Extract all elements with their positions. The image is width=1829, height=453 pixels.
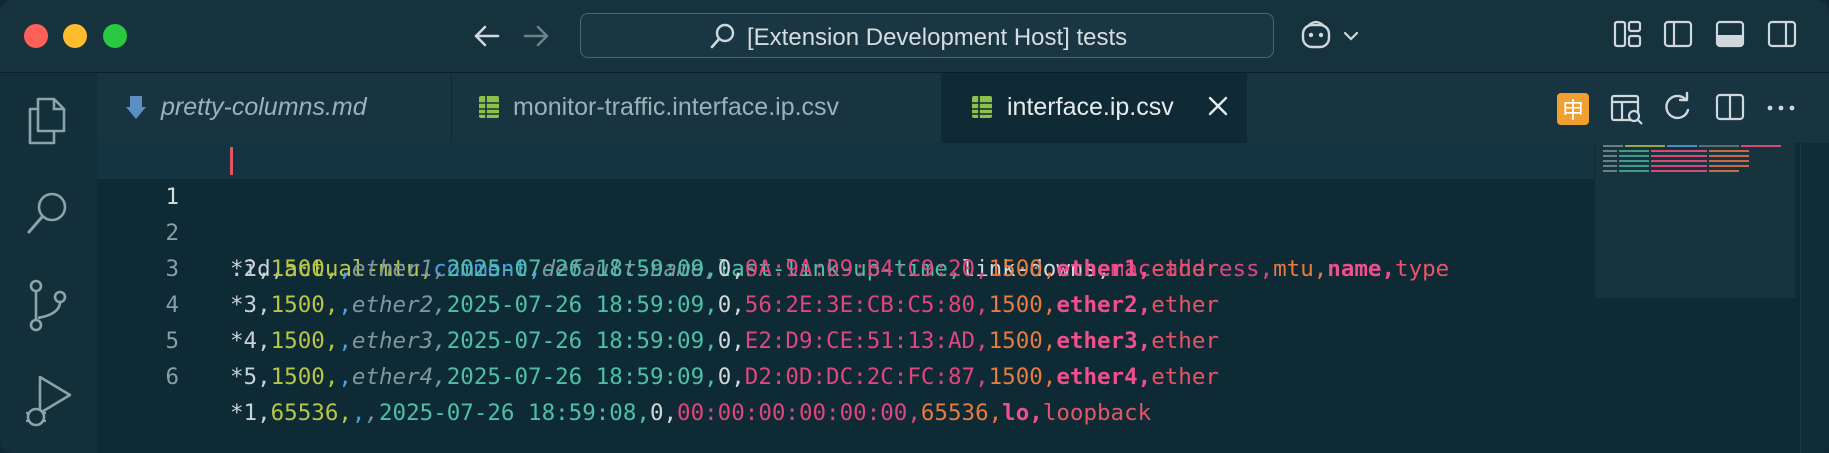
search-icon — [710, 23, 735, 49]
tab-label: interface.ip.csv — [1007, 93, 1174, 121]
vertical-scrollbar[interactable] — [1800, 143, 1829, 453]
csv-token: ether4 — [351, 364, 434, 390]
csv-token: 1500, — [988, 364, 1057, 390]
tab-interface-ip-csv[interactable]: interface.ip.csv — [942, 73, 1247, 143]
csv-token: 0, — [717, 364, 745, 390]
markdown-download-icon — [126, 96, 146, 119]
close-window-button[interactable] — [24, 24, 48, 48]
csv-table-icon — [972, 96, 992, 118]
tab-pretty-columns-md[interactable]: pretty-columns.md — [97, 73, 452, 143]
toggle-primary-sidebar-icon[interactable] — [1662, 18, 1694, 50]
csv-token: 65536, — [270, 400, 352, 426]
command-center-text: [Extension Development Host] tests — [747, 24, 1128, 51]
open-preview-icon[interactable] — [1609, 91, 1645, 127]
customize-layout-icon[interactable] — [1612, 18, 1644, 50]
tab-label: pretty-columns.md — [161, 93, 367, 121]
badge-char: 申 — [1562, 99, 1584, 124]
tab-label: monitor-traffic.interface.ip.csv — [513, 93, 840, 121]
csv-token: 2025-07-26 18:59:08, — [379, 400, 650, 426]
title-bar: [Extension Development Host] tests — [0, 0, 1829, 73]
minimize-window-button[interactable] — [63, 24, 87, 48]
editor-line-6[interactable]: 6 *1,65536,,,2025-07-26 18:59:08,0,00:00… — [97, 323, 1597, 426]
vscode-window: [Extension Development Host] tests prett… — [0, 0, 1829, 453]
editor-line-1[interactable]: 1 .id,actual-mtu,comment,default-name,la… — [97, 143, 1594, 282]
run-and-debug-icon[interactable] — [24, 373, 76, 433]
source-control-icon[interactable] — [24, 278, 72, 334]
csv-token: , — [351, 400, 366, 426]
editor-line-5[interactable]: 5 *5,1500,,ether4,2025-07-26 18:59:09,0,… — [97, 287, 1597, 390]
editor-line-4[interactable]: 4 *4,1500,,ether3,2025-07-26 18:59:09,0,… — [97, 251, 1597, 354]
csv-token: , — [338, 364, 352, 390]
csv-token: D2:0D:DC:2C:FC:87, — [744, 364, 989, 390]
csv-token: 00:00:00:00:00:00, — [677, 400, 921, 426]
csv-preview-badge-icon[interactable]: 申 — [1556, 92, 1590, 126]
line-number: 6 — [165, 364, 179, 390]
csv-token: 0, — [649, 400, 678, 426]
text-cursor — [230, 147, 233, 175]
tab-monitor-traffic-interface-ip-csv[interactable]: monitor-traffic.interface.ip.csv — [452, 73, 942, 143]
line-code: *1,65536,,,2025-07-26 18:59:08,0,00:00:0… — [230, 395, 1151, 431]
toggle-panel-icon[interactable] — [1714, 18, 1746, 50]
more-actions-icon[interactable] — [1764, 91, 1798, 125]
refresh-icon[interactable] — [1660, 91, 1694, 125]
editor-tab-bar: pretty-columns.md monitor-traffic.interf… — [97, 73, 1829, 143]
editor-text-area[interactable]: 1 .id,actual-mtu,comment,default-name,la… — [97, 143, 1829, 453]
csv-table-icon — [479, 96, 499, 118]
editor-line-3[interactable]: 3 *3,1500,,ether2,2025-07-26 18:59:09,0,… — [97, 215, 1597, 318]
csv-token: ether4, — [1056, 364, 1152, 390]
csv-token: 1500, — [270, 364, 339, 390]
toggle-secondary-sidebar-icon[interactable] — [1766, 18, 1798, 50]
copilot-menu-icon[interactable] — [1300, 18, 1362, 54]
csv-token: ether — [1151, 364, 1219, 390]
search-view-icon[interactable] — [24, 189, 72, 237]
csv-token: *5, — [230, 364, 271, 390]
line-code: *5,1500,,ether4,2025-07-26 18:59:09,0,D2… — [230, 359, 1219, 395]
csv-token: , — [365, 400, 380, 426]
minimap[interactable] — [1595, 143, 1795, 298]
editor-line-2[interactable]: 2 *2,1500,,ether1,2025-07-26 18:59:09,0,… — [97, 179, 1597, 282]
split-editor-icon[interactable] — [1714, 91, 1748, 125]
csv-token: 65536, — [920, 400, 1003, 426]
csv-token: , — [433, 364, 447, 390]
forward-arrow-icon[interactable] — [519, 18, 555, 54]
activity-bar — [0, 73, 97, 453]
close-icon[interactable] — [1206, 94, 1230, 118]
command-center-search[interactable]: [Extension Development Host] tests — [580, 13, 1274, 58]
csv-token: *1, — [230, 400, 271, 426]
explorer-files-icon[interactable] — [24, 95, 72, 147]
csv-token: loopback — [1042, 400, 1152, 426]
csv-token: 2025-07-26 18:59:09, — [446, 364, 718, 390]
minimap-preview — [1603, 145, 1781, 172]
zoom-window-button[interactable] — [103, 24, 127, 48]
csv-token: lo, — [1002, 400, 1043, 426]
back-arrow-icon[interactable] — [468, 18, 504, 54]
